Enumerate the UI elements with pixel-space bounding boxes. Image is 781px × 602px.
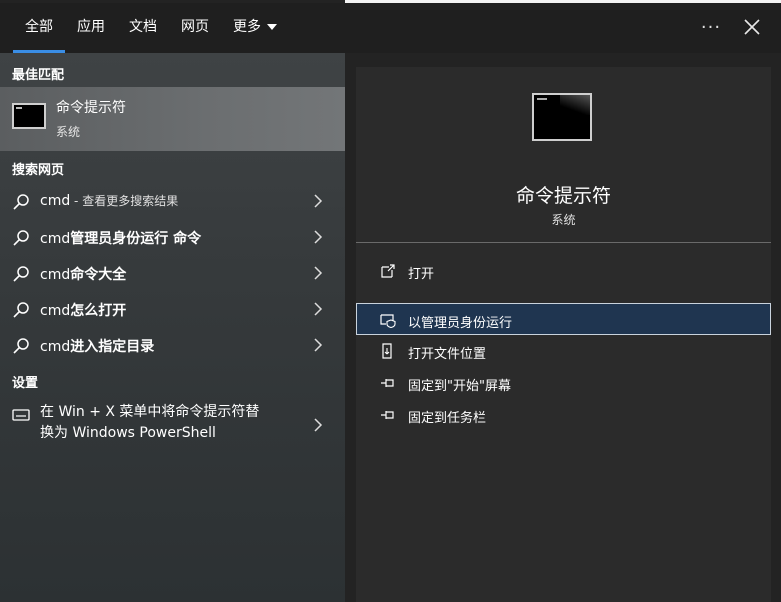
search-icon: [13, 230, 29, 246]
best-match-title: 命令提示符: [56, 100, 126, 116]
preview-divider: [356, 242, 771, 243]
action-open-file-location-label: 打开文件位置: [408, 347, 487, 362]
settings-heading: 设置: [12, 376, 39, 391]
action-open[interactable]: 打开: [356, 255, 771, 287]
settings-result-line1: 在 Win + X 菜单中将命令提示符替: [40, 404, 260, 420]
tab-documents-label: 文档: [129, 19, 157, 35]
web-result-suffix: 管理员身份运行 命令: [70, 231, 202, 247]
settings-result-text: 在 Win + X 菜单中将命令提示符替 换为 Windows PowerShe…: [40, 402, 259, 444]
web-result-text: cmd - 查看更多搜索结果: [40, 192, 178, 209]
preview-pane: 命令提示符 系统 打开 以管理员身份运行 打开文件位置 固定到"开始"屏幕 固定…: [345, 53, 781, 602]
preview-subtitle: 系统: [551, 213, 576, 227]
web-result-query: cmd: [40, 339, 71, 355]
search-icon: [13, 302, 29, 318]
shield-icon: [380, 314, 396, 328]
search-icon: [13, 194, 29, 210]
open-icon: [381, 264, 395, 278]
action-pin-to-start-label: 固定到"开始"屏幕: [408, 379, 511, 394]
settings-result-line2: 换为 Windows PowerShell: [40, 425, 216, 441]
web-result-text: cmd管理员身份运行 命令: [40, 228, 201, 248]
web-result-text: cmd怎么打开: [40, 300, 126, 320]
tab-apps-label: 应用: [77, 19, 105, 35]
pin-icon: [381, 379, 394, 387]
best-match-heading: 最佳匹配: [12, 68, 65, 83]
web-result-suffix: 怎么打开: [70, 303, 127, 319]
web-search-heading: 搜索网页: [12, 163, 65, 178]
file-location-icon: [382, 343, 392, 359]
tab-web[interactable]: 网页: [181, 3, 209, 53]
action-run-as-admin[interactable]: 以管理员身份运行: [356, 303, 771, 335]
preview-card: 命令提示符 系统 打开 以管理员身份运行 打开文件位置 固定到"开始"屏幕 固定…: [356, 67, 771, 602]
tab-more[interactable]: 更多: [233, 3, 277, 53]
web-result-item[interactable]: cmd管理员身份运行 命令: [0, 220, 345, 254]
action-pin-to-taskbar-label: 固定到任务栏: [408, 411, 487, 426]
web-result-text: cmd进入指定目录: [40, 336, 154, 356]
chevron-right-icon[interactable]: [313, 230, 323, 244]
web-result-item[interactable]: cmd - 查看更多搜索结果: [0, 184, 345, 218]
search-icon: [13, 266, 29, 282]
action-pin-to-start[interactable]: 固定到"开始"屏幕: [356, 367, 771, 399]
tab-documents[interactable]: 文档: [129, 3, 157, 53]
terminal-icon: [532, 93, 592, 141]
web-result-item[interactable]: cmd怎么打开: [0, 292, 345, 326]
best-match-subtitle: 系统: [56, 125, 81, 139]
tab-web-label: 网页: [181, 19, 209, 35]
search-icon: [13, 338, 29, 354]
close-icon[interactable]: [740, 15, 764, 39]
best-match-item[interactable]: 命令提示符 系统: [0, 87, 345, 151]
tab-more-label: 更多: [233, 19, 261, 35]
ellipsis-icon[interactable]: ···: [700, 6, 722, 52]
action-open-file-location[interactable]: 打开文件位置: [356, 335, 771, 367]
chevron-right-icon[interactable]: [313, 418, 323, 432]
chevron-right-icon[interactable]: [313, 338, 323, 352]
caret-down-icon: [267, 24, 277, 30]
keyboard-icon: [12, 409, 30, 421]
tab-all[interactable]: 全部: [13, 3, 65, 53]
web-result-query: cmd: [40, 303, 71, 319]
chevron-right-icon[interactable]: [313, 266, 323, 280]
terminal-icon: [12, 103, 46, 129]
settings-result-item[interactable]: 在 Win + X 菜单中将命令提示符替 换为 Windows PowerShe…: [0, 402, 345, 448]
web-result-item[interactable]: cmd命令大全: [0, 256, 345, 290]
web-result-text: cmd命令大全: [40, 264, 126, 284]
action-run-as-admin-label: 以管理员身份运行: [408, 316, 513, 331]
pin-icon: [381, 411, 394, 419]
action-open-label: 打开: [408, 267, 435, 282]
tab-all-label: 全部: [25, 19, 53, 35]
web-result-query: cmd: [40, 267, 71, 283]
web-result-query: cmd: [40, 231, 71, 247]
tab-apps[interactable]: 应用: [77, 3, 105, 53]
web-result-suffix: 进入指定目录: [70, 339, 155, 355]
action-pin-to-taskbar[interactable]: 固定到任务栏: [356, 399, 771, 431]
web-result-suffix: 命令大全: [70, 267, 127, 283]
results-pane: 最佳匹配 命令提示符 系统 搜索网页 cmd - 查看更多搜索结果 cmd管理员…: [0, 53, 345, 602]
web-result-query: cmd: [40, 193, 71, 209]
web-result-item[interactable]: cmd进入指定目录: [0, 328, 345, 362]
search-tab-bar: 全部 应用 文档 网页 更多 ···: [0, 3, 781, 53]
preview-title: 命令提示符: [515, 185, 611, 207]
chevron-right-icon[interactable]: [313, 302, 323, 316]
web-result-suffix: - 查看更多搜索结果: [70, 194, 179, 208]
chevron-right-icon[interactable]: [313, 194, 323, 208]
